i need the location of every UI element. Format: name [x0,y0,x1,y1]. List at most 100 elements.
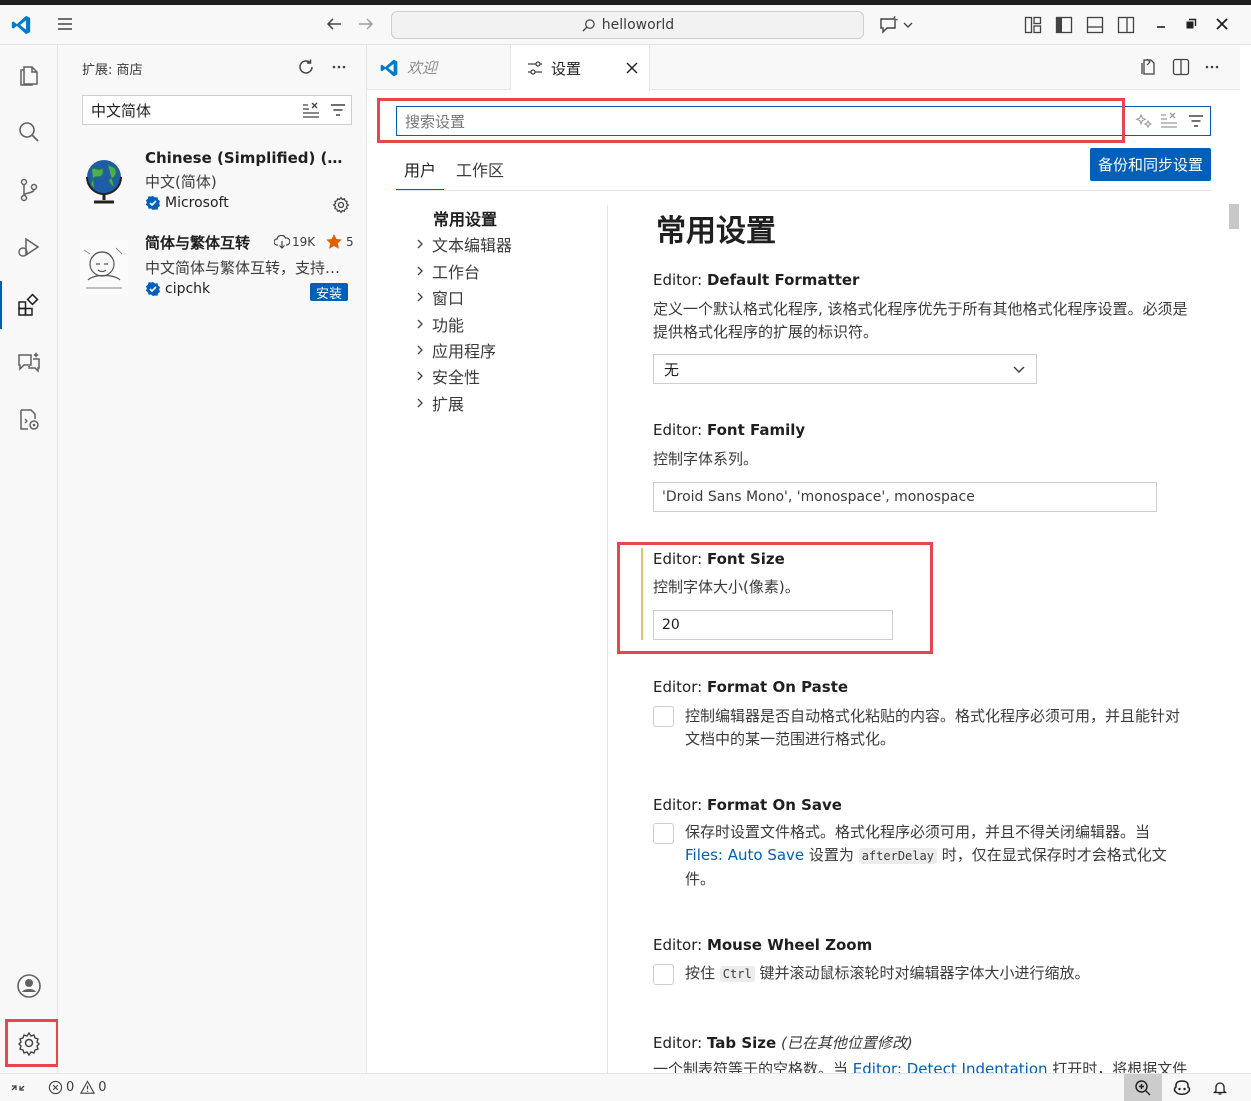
toc-item-common[interactable]: 常用设置 [433,206,497,230]
notifications-status[interactable] [1212,1074,1228,1101]
source-control-icon[interactable] [0,166,58,214]
chevron-right-icon [414,397,426,409]
toc-item-application[interactable]: 应用程序 [414,338,496,362]
open-settings-json-icon[interactable] [1139,58,1157,76]
copilot-chat-icon[interactable] [878,15,916,35]
settings-filter-icon[interactable] [1188,113,1204,129]
remote-indicator[interactable] [10,1074,26,1101]
clear-search-icon[interactable] [302,102,320,118]
default-formatter-select[interactable]: 无 [653,354,1037,384]
extension-search-value: 中文简体 [91,101,152,120]
toc-item-text-editor[interactable]: 文本编辑器 [414,232,512,256]
extension-description: 中文(简体) [145,173,217,191]
settings-scrollbar[interactable] [1229,204,1239,229]
toc-item-workbench[interactable]: 工作台 [414,259,480,283]
format-on-paste-checkbox[interactable] [653,706,674,727]
highlight-search-box [377,98,1125,143]
back-arrow-icon[interactable] [325,15,343,33]
explorer-icon[interactable] [0,51,58,99]
toc-divider [607,205,608,1073]
remote-explorer-icon[interactable] [0,396,58,444]
command-center-label: helloworld [601,17,675,33]
backup-sync-button[interactable]: 备份和同步设置 [1090,148,1211,181]
restore-icon[interactable] [1183,16,1199,32]
toggle-primary-sidebar-icon[interactable] [1055,16,1073,34]
settings-section-heading: 常用设置 [656,214,776,249]
chevron-right-icon [414,238,426,250]
files-auto-save-link[interactable]: Files: Auto Save [685,846,804,864]
editor-tab-bar: 欢迎 设置 [367,45,1251,91]
toc-label: 文本编辑器 [432,236,513,255]
toc-label: 工作台 [432,263,481,282]
toc-label: 功能 [432,316,465,335]
status-bar: 0 0 [0,1073,1251,1101]
warning-icon [80,1080,96,1095]
problems-indicator[interactable]: 0 0 [48,1074,107,1101]
setting-desc-mouse-wheel-zoom: 按住 Ctrl 键并滚动鼠标滚轮时对编辑器字体大小进行缩放。 [685,964,1090,982]
toc-item-window[interactable]: 窗口 [414,285,464,309]
tab-user-scope[interactable]: 用户 [396,148,444,190]
search-view-icon[interactable] [0,108,58,156]
install-button[interactable]: 安装 [310,283,348,302]
sidebar-title: 扩展: 商店 [82,63,143,78]
customize-layout-icon[interactable] [1024,16,1042,34]
setting-desc-tab-size: 一个制表符等于的空格数。当 Editor: Detect Indentation… [653,1058,1187,1073]
close-window-icon[interactable] [1214,16,1230,32]
accounts-icon[interactable] [0,962,58,1010]
download-count-value: 19K [292,235,316,249]
format-on-save-checkbox[interactable] [653,823,674,844]
run-debug-icon[interactable] [0,223,58,271]
toc-item-security[interactable]: 安全性 [414,364,480,388]
tab-welcome-label: 欢迎 [407,59,438,77]
toc-item-extensions[interactable]: 扩展 [414,391,464,415]
chat-icon[interactable] [0,338,58,386]
tab-welcome[interactable]: 欢迎 [367,45,511,90]
command-center-search[interactable]: helloworld [391,11,864,39]
activity-bar [0,45,58,1073]
warning-count: 0 [98,1080,107,1095]
close-tab-icon[interactable] [625,61,639,75]
ai-search-sparkle-icon[interactable] [1135,112,1153,130]
detect-indentation-link[interactable]: Editor: Detect Indentation [853,1060,1048,1073]
setting-title-format-on-save: Editor: Format On Save [653,796,842,814]
tab-workspace-scope[interactable]: 工作区 [450,148,510,190]
extensions-icon[interactable] [0,281,58,329]
error-count: 0 [66,1080,75,1095]
toc-label: 扩展 [432,395,465,414]
forward-arrow-icon[interactable] [357,15,375,33]
chevron-right-icon [414,370,426,382]
extension-item[interactable]: 简体与繁体互转 19K 5 中文简体与繁体互转，支持多种转换方式 cipchk … [58,230,367,310]
font-family-input[interactable]: 'Droid Sans Mono', 'monospace', monospac… [653,482,1157,512]
toc-item-features[interactable]: 功能 [414,312,464,336]
copilot-status[interactable] [1172,1074,1192,1101]
chevron-right-icon [414,291,426,303]
menu-icon[interactable] [56,15,74,33]
minimize-icon[interactable] [1153,16,1169,32]
toggle-panel-icon[interactable] [1086,16,1104,34]
remote-icon [10,1080,26,1096]
setting-desc-format-on-paste: 控制编辑器是否自动格式化粘贴的内容。格式化程序必须可用，并且能针对文档中的某一范… [685,707,1181,748]
toggle-secondary-sidebar-icon[interactable] [1117,16,1135,34]
extensions-sidebar: 扩展: 商店 中文简体 Chinese (Simplified) (简体中文) … [58,45,367,1073]
font-family-value: 'Droid Sans Mono', 'monospace', monospac… [662,489,975,505]
split-editor-icon[interactable] [1172,58,1190,76]
extension-sketch-logo [80,240,128,296]
publisher-name: Microsoft [165,195,229,211]
more-actions-icon[interactable] [330,58,348,76]
extension-item[interactable]: Chinese (Simplified) (简体中文) Language Pac… [58,143,367,223]
zoom-indicator[interactable] [1124,1074,1162,1101]
clear-settings-search-icon[interactable] [1160,112,1178,128]
copilot-icon [1172,1079,1192,1097]
tab-settings[interactable]: 设置 [511,45,650,91]
chevron-right-icon [414,265,426,277]
setting-desc-tab-size-clip: 一个制表符等于的空格数。当 Editor: Detect Indentation… [653,1056,1198,1073]
highlight-font-size-box [617,542,933,654]
bell-icon [1212,1080,1228,1096]
refresh-icon[interactable] [297,58,315,76]
extension-gear-icon[interactable] [332,196,350,214]
select-value: 无 [664,360,680,379]
mouse-wheel-zoom-checkbox[interactable] [653,964,674,985]
filter-icon[interactable] [330,102,346,118]
setting-title-font-family: Editor: Font Family [653,421,806,439]
editor-more-actions-icon[interactable] [1203,58,1221,76]
